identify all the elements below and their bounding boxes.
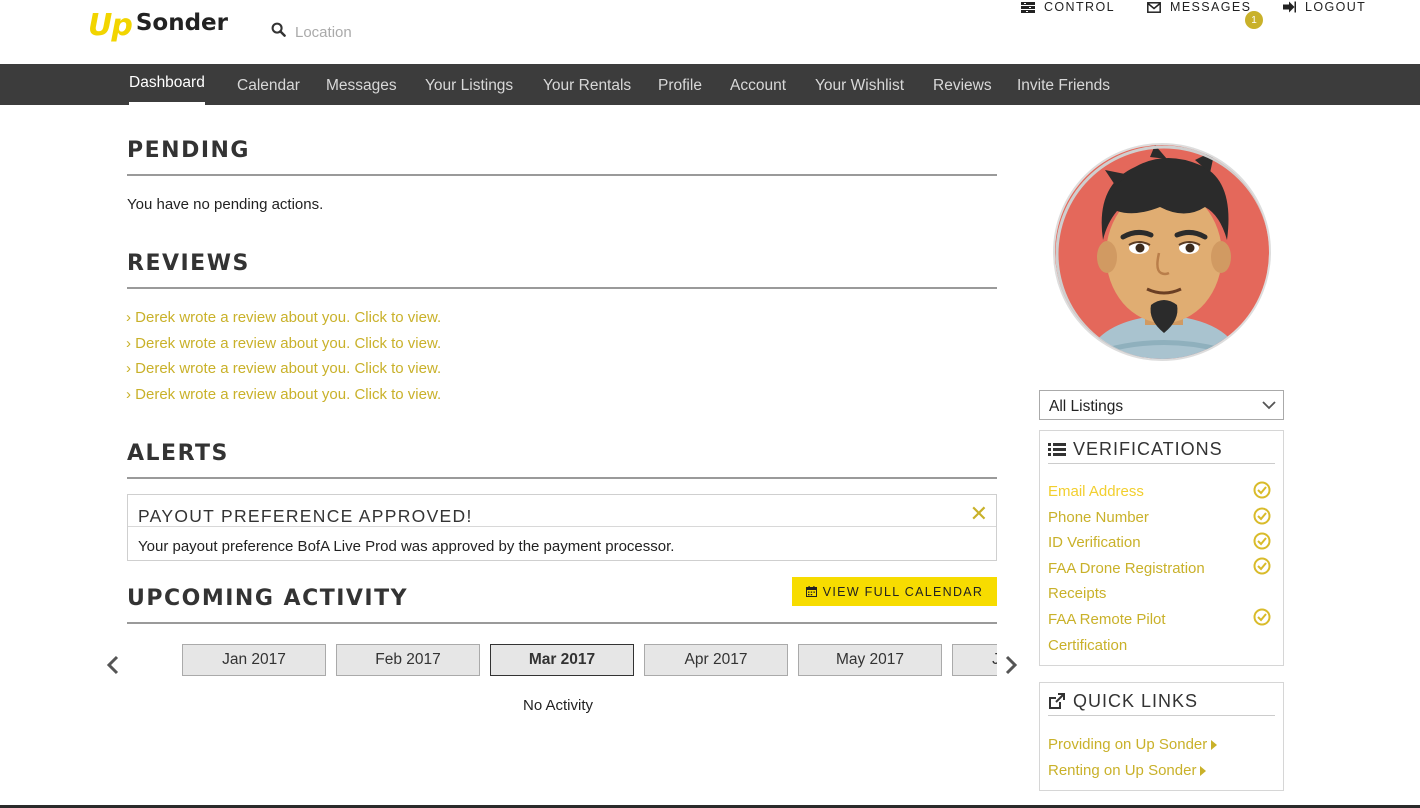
review-link[interactable]: › Derek wrote a review about you. Click … xyxy=(126,309,441,326)
quick-link-text: Renting on Up Sonder xyxy=(1048,762,1197,779)
envelope-icon xyxy=(1147,1,1161,13)
quick-link-text: Providing on Up Sonder xyxy=(1048,736,1208,753)
alert-divider xyxy=(128,526,996,527)
quick-link-providing[interactable]: Providing on Up Sonder xyxy=(1048,736,1218,753)
reviews-divider xyxy=(127,287,997,289)
verification-phone-number[interactable]: Phone Number xyxy=(1048,509,1149,526)
previous-month-arrow-icon[interactable] xyxy=(106,654,120,681)
pending-divider xyxy=(127,174,997,176)
verification-receipts[interactable]: Receipts xyxy=(1048,585,1106,602)
control-label: CONTROL xyxy=(1044,0,1115,14)
review-link[interactable]: › Derek wrote a review about you. Click … xyxy=(126,386,441,403)
calendar-icon xyxy=(805,586,817,597)
logout-link[interactable]: LOGOUT xyxy=(1283,0,1366,14)
quick-links-panel: QUICK LINKS Providing on Up Sonder Renti… xyxy=(1039,682,1284,791)
chevron-right-icon: › xyxy=(126,309,136,326)
messages-link[interactable]: MESSAGES xyxy=(1147,0,1251,14)
listing-filter-select[interactable]: All Listings xyxy=(1039,390,1284,420)
verification-id[interactable]: ID Verification xyxy=(1048,534,1141,551)
chevron-right-icon: › xyxy=(126,335,136,352)
chevron-right-icon: › xyxy=(126,386,136,403)
user-avatar[interactable] xyxy=(1053,143,1271,361)
view-full-calendar-button[interactable]: VIEW FULL CALENDAR xyxy=(792,577,997,606)
verification-faa-drone-registration[interactable]: FAA Drone Registration xyxy=(1048,560,1205,577)
control-panel-icon xyxy=(1021,1,1035,13)
month-mar-2017[interactable]: Mar 2017 xyxy=(490,644,634,676)
chevron-down-icon xyxy=(1262,401,1276,410)
check-circle-icon xyxy=(1253,507,1271,530)
logout-label: LOGOUT xyxy=(1305,0,1367,14)
nav-messages[interactable]: Messages xyxy=(326,64,397,105)
check-circle-icon xyxy=(1253,532,1271,555)
alerts-heading: ALERTS xyxy=(127,441,229,466)
check-circle-icon xyxy=(1253,608,1271,631)
list-icon xyxy=(1048,442,1066,457)
chevron-right-icon: › xyxy=(126,360,136,377)
listing-filter-value: All Listings xyxy=(1049,398,1124,415)
verifications-divider xyxy=(1048,463,1275,464)
pending-message: You have no pending actions. xyxy=(127,196,324,213)
next-month-arrow-icon[interactable] xyxy=(1004,654,1018,681)
caret-right-icon xyxy=(1200,765,1207,776)
review-link[interactable]: › Derek wrote a review about you. Click … xyxy=(126,360,441,377)
review-link-text: Derek wrote a review about you. Click to… xyxy=(135,309,442,326)
check-circle-icon xyxy=(1253,481,1271,504)
close-icon[interactable]: ✕ xyxy=(970,501,988,527)
nav-your-listings[interactable]: Your Listings xyxy=(425,64,513,105)
logo-mark: Up xyxy=(88,8,133,43)
nav-your-wishlist[interactable]: Your Wishlist xyxy=(815,64,904,105)
nav-account[interactable]: Account xyxy=(730,64,786,105)
review-link-text: Derek wrote a review about you. Click to… xyxy=(135,335,442,352)
site-logo[interactable]: Up Sonder xyxy=(88,8,228,43)
view-full-calendar-label: VIEW FULL CALENDAR xyxy=(822,584,984,599)
verification-faa-remote-pilot[interactable]: FAA Remote Pilot xyxy=(1048,611,1166,628)
search-input[interactable] xyxy=(295,23,495,41)
control-link[interactable]: CONTROL xyxy=(1021,0,1115,14)
quick-links-title: QUICK LINKS xyxy=(1048,691,1198,712)
nav-invite-friends[interactable]: Invite Friends xyxy=(1017,64,1110,105)
month-feb-2017[interactable]: Feb 2017 xyxy=(336,644,480,676)
quick-links-title-text: QUICK LINKS xyxy=(1073,691,1199,711)
month-carousel: Jan 2017 Feb 2017 Mar 2017 Apr 2017 May … xyxy=(182,644,997,676)
verifications-title-text: VERIFICATIONS xyxy=(1073,439,1223,459)
no-activity-message: No Activity xyxy=(523,697,594,714)
review-link[interactable]: › Derek wrote a review about you. Click … xyxy=(126,335,441,352)
alerts-divider xyxy=(127,477,997,479)
main-nav: Dashboard Calendar Messages Your Listing… xyxy=(0,64,1420,105)
quick-link-renting[interactable]: Renting on Up Sonder xyxy=(1048,762,1207,779)
alert-title: PAYOUT PREFERENCE APPROVED! xyxy=(138,506,473,526)
logout-icon xyxy=(1283,1,1296,13)
activity-divider xyxy=(127,622,997,624)
alert-message: Your payout preference BofA Live Prod wa… xyxy=(138,538,675,555)
external-link-icon xyxy=(1048,693,1066,710)
verifications-panel: VERIFICATIONS Email Address Phone Number… xyxy=(1039,430,1284,666)
location-search xyxy=(271,22,495,42)
top-header: Up Sonder CONTROL MESSAGES LOGOUT xyxy=(0,0,1420,64)
month-jan-2017[interactable]: Jan 2017 xyxy=(182,644,326,676)
nav-dashboard[interactable]: Dashboard xyxy=(129,64,205,105)
logo-name: Sonder xyxy=(135,9,228,36)
month-jun-2017[interactable]: Jun 2017 xyxy=(952,644,997,676)
verification-certification[interactable]: Certification xyxy=(1048,637,1127,654)
nav-calendar[interactable]: Calendar xyxy=(237,64,300,105)
messages-label: MESSAGES xyxy=(1170,0,1252,14)
review-link-text: Derek wrote a review about you. Click to… xyxy=(135,360,442,377)
month-may-2017[interactable]: May 2017 xyxy=(798,644,942,676)
nav-reviews[interactable]: Reviews xyxy=(933,64,992,105)
nav-profile[interactable]: Profile xyxy=(658,64,702,105)
payout-alert: PAYOUT PREFERENCE APPROVED! ✕ Your payou… xyxy=(127,494,997,561)
upcoming-activity-heading: UPCOMING ACTIVITY xyxy=(127,586,409,611)
caret-right-icon xyxy=(1211,739,1218,750)
messages-count-badge: 1 xyxy=(1245,11,1263,29)
reviews-heading: REVIEWS xyxy=(127,251,250,276)
search-icon[interactable] xyxy=(271,22,286,42)
check-circle-icon xyxy=(1253,557,1271,580)
month-apr-2017[interactable]: Apr 2017 xyxy=(644,644,788,676)
verifications-title: VERIFICATIONS xyxy=(1048,439,1223,460)
nav-your-rentals[interactable]: Your Rentals xyxy=(543,64,631,105)
quick-links-divider xyxy=(1048,715,1275,716)
review-link-text: Derek wrote a review about you. Click to… xyxy=(135,386,442,403)
verification-email-address[interactable]: Email Address xyxy=(1048,483,1144,500)
pending-heading: PENDING xyxy=(127,138,250,163)
